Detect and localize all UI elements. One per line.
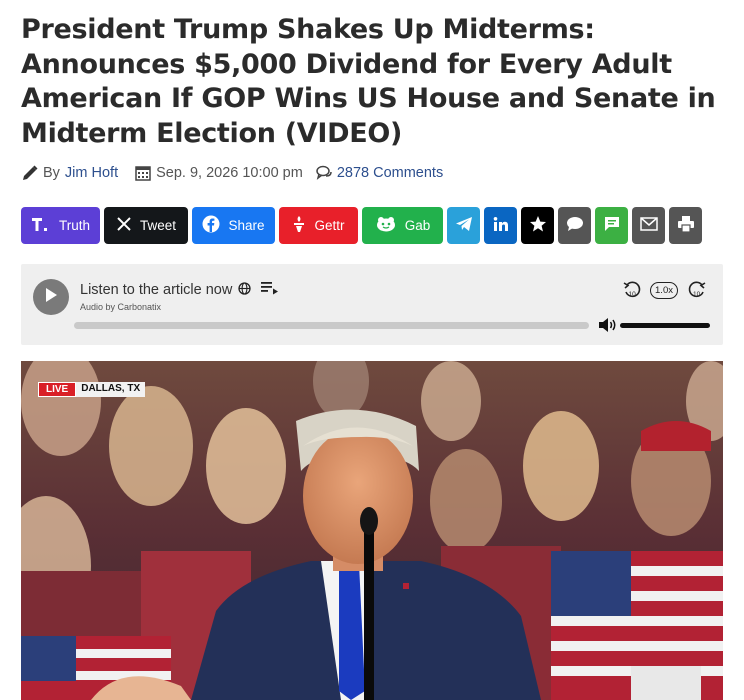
comment-icon — [566, 216, 584, 235]
live-badge: LIVE DALLAS, TX — [38, 382, 146, 397]
volume-icon[interactable] — [598, 317, 618, 333]
playlist-icon[interactable] — [261, 281, 279, 299]
telegram-icon — [455, 216, 473, 235]
gab-share-button[interactable]: Gab — [362, 207, 443, 244]
player-title-row: Listen to the article now — [80, 281, 279, 299]
comments-link[interactable]: 2878 Comments — [337, 165, 443, 181]
x-icon — [116, 216, 132, 235]
gab-label: Gab — [404, 218, 431, 233]
star-icon — [529, 215, 547, 236]
play-button[interactable] — [33, 279, 69, 315]
share-bar: Truth Tweet Share Gettr Gab — [21, 207, 721, 244]
audio-player: Listen to the article now Audio by Carbo… — [21, 264, 723, 345]
publish-date: Sep. 9, 2026 10:00 pm — [156, 165, 303, 181]
email-share-button[interactable] — [632, 207, 665, 244]
calendar-icon — [134, 164, 152, 182]
truth-social-icon — [31, 216, 51, 235]
sms-icon — [604, 216, 620, 235]
pencil-icon — [21, 164, 39, 182]
facebook-share-button[interactable]: Share — [192, 207, 275, 244]
gettr-icon — [292, 215, 306, 236]
telegram-share-button[interactable] — [447, 207, 480, 244]
location-label: DALLAS, TX — [76, 382, 146, 397]
share-label: Share — [228, 218, 265, 233]
email-icon — [639, 217, 658, 234]
article-meta: By Jim Hoft Sep. 9, 2026 10:00 pm 2878 C… — [21, 161, 721, 185]
rewind-10-icon[interactable]: 10 — [623, 281, 641, 299]
forward-10-icon[interactable]: 10 — [688, 281, 706, 299]
truth-share-button[interactable]: Truth — [21, 207, 100, 244]
linkedin-icon — [492, 215, 510, 236]
print-icon — [677, 215, 695, 236]
forward-seconds: 10 — [693, 291, 701, 298]
facebook-icon — [202, 215, 220, 236]
rewind-seconds: 10 — [629, 291, 637, 298]
by-label: By — [43, 165, 60, 181]
progress-bar[interactable] — [74, 322, 589, 329]
gettr-label: Gettr — [314, 218, 345, 233]
tweet-label: Tweet — [139, 218, 177, 233]
article-headline: President Trump Shakes Up Midterms: Anno… — [21, 14, 716, 149]
live-label: LIVE — [38, 382, 77, 397]
tweet-share-button[interactable]: Tweet — [104, 207, 188, 244]
video-player[interactable]: LIVE DALLAS, TX — [21, 361, 723, 700]
sms-share-button[interactable] — [595, 207, 628, 244]
author-link[interactable]: Jim Hoft — [65, 165, 118, 181]
playback-speed-button[interactable]: 1.0x — [650, 282, 678, 299]
favorite-share-button[interactable] — [521, 207, 554, 244]
gab-icon — [375, 216, 397, 235]
globe-icon[interactable] — [238, 281, 251, 299]
comment-share-button[interactable] — [558, 207, 591, 244]
video-frame-image — [21, 361, 723, 700]
player-subtitle: Audio by Carbonatix — [80, 302, 162, 312]
gettr-share-button[interactable]: Gettr — [279, 207, 358, 244]
play-icon — [44, 287, 58, 307]
print-share-button[interactable] — [669, 207, 702, 244]
player-title: Listen to the article now — [80, 282, 233, 298]
truth-label: Truth — [58, 218, 90, 233]
comments-icon — [315, 164, 333, 182]
volume-slider[interactable] — [620, 323, 710, 328]
linkedin-share-button[interactable] — [484, 207, 517, 244]
